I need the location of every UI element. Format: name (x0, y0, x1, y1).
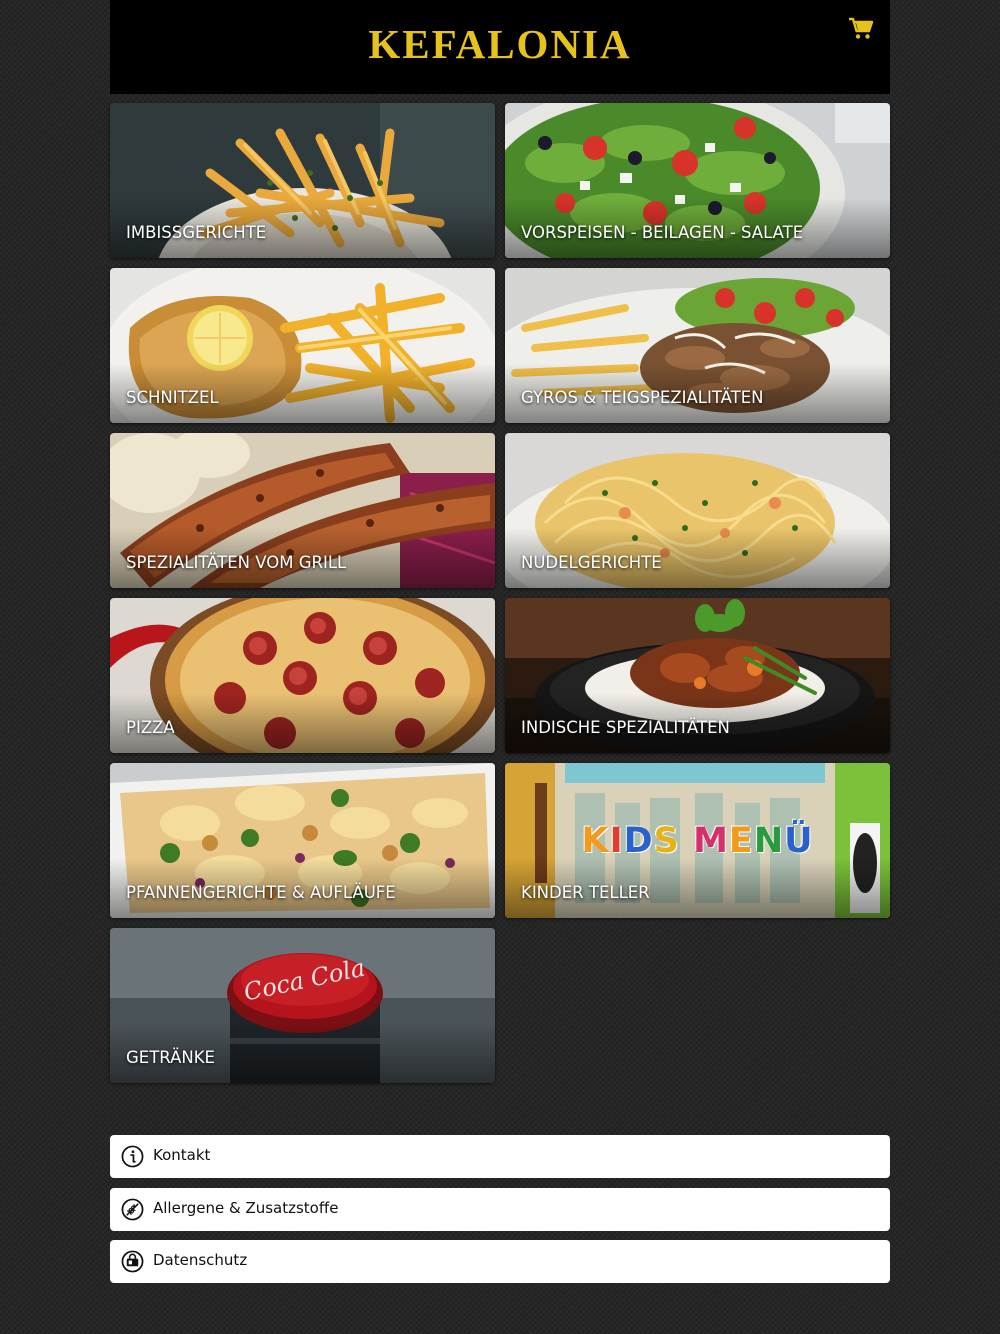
category-tile-grill[interactable]: SPEZIALITÄTEN VOM GRILL (110, 433, 495, 588)
category-label: SPEZIALITÄTEN VOM GRILL (126, 553, 347, 572)
category-tile-kinder-teller[interactable]: KIDS MENÜ KINDER TELLER (505, 763, 890, 918)
link-label: Kontakt (153, 1146, 211, 1164)
contact-link[interactable]: Kontakt (110, 1135, 890, 1178)
privacy-icon (121, 1250, 144, 1273)
category-tile-gyros[interactable]: GYROS & TEIGSPEZIALITÄTEN (505, 268, 890, 423)
category-tile-nudelgerichte[interactable]: NUDELGERICHTE (505, 433, 890, 588)
app-header: KEFALONIA (110, 0, 890, 94)
link-label: Datenschutz (153, 1251, 248, 1269)
category-tile-pizza[interactable]: PIZZA (110, 598, 495, 753)
category-label: VORSPEISEN - BEILAGEN - SALATE (521, 223, 804, 242)
category-label: PFANNENGERICHTE & AUFLÄUFE (126, 883, 396, 902)
category-label: PIZZA (126, 718, 175, 737)
category-label: GYROS & TEIGSPEZIALITÄTEN (521, 388, 764, 407)
category-tile-indische[interactable]: INDISCHE SPEZIALITÄTEN (505, 598, 890, 753)
category-tile-vorspeisen[interactable]: VORSPEISEN - BEILAGEN - SALATE (505, 103, 890, 258)
category-tile-imbissgerichte[interactable]: IMBISSGERICHTE (110, 103, 495, 258)
restaurant-logo[interactable]: KEFALONIA (110, 20, 890, 68)
category-tile-pfannengerichte[interactable]: PFANNENGERICHTE & AUFLÄUFE (110, 763, 495, 918)
category-tile-getraenke[interactable]: Coca Cola GETRÄNKE (110, 928, 495, 1083)
category-label: SCHNITZEL (126, 388, 219, 407)
info-icon (121, 1145, 144, 1168)
category-label: NUDELGERICHTE (521, 553, 662, 572)
category-label: GETRÄNKE (126, 1048, 215, 1067)
kids-menu-banner: KIDS MENÜ (581, 821, 814, 861)
allergens-link[interactable]: Allergene & Zusatzstoffe (110, 1188, 890, 1231)
privacy-link[interactable]: Datenschutz (110, 1240, 890, 1283)
allergen-icon (121, 1198, 144, 1221)
category-label: IMBISSGERICHTE (126, 223, 267, 242)
category-tile-schnitzel[interactable]: SCHNITZEL (110, 268, 495, 423)
category-label: INDISCHE SPEZIALITÄTEN (521, 718, 730, 737)
link-label: Allergene & Zusatzstoffe (153, 1199, 339, 1217)
shopping-cart-icon[interactable] (848, 16, 874, 42)
category-label: KINDER TELLER (521, 883, 650, 902)
